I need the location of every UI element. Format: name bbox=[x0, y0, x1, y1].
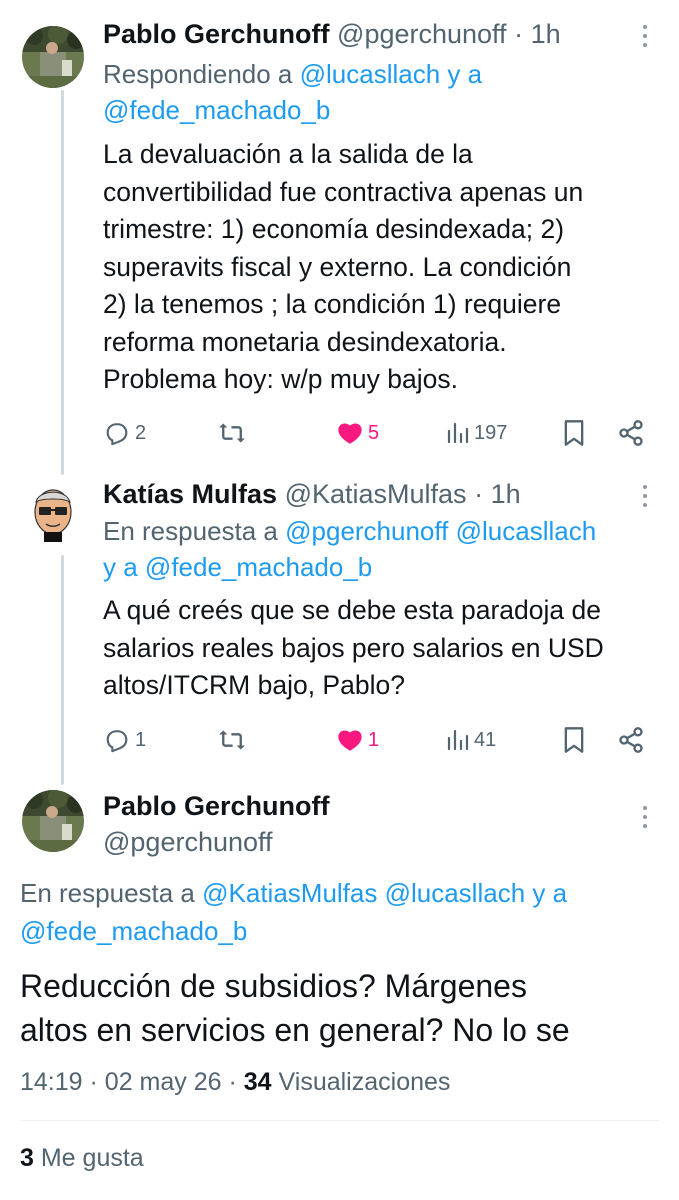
tweet-text-line: A qué creés que se debe esta paradoja de bbox=[103, 595, 601, 625]
tweet-time[interactable]: 14:19 bbox=[20, 1068, 83, 1096]
tweet-text: A qué creés que se debe esta paradoja de… bbox=[103, 592, 663, 705]
more-options-icon[interactable] bbox=[634, 803, 656, 831]
and-label[interactable]: y a bbox=[532, 878, 567, 908]
avatar-photo-icon bbox=[22, 26, 84, 88]
tweet-header: Pablo Gerchunoff @pgerchunoff · 1h bbox=[103, 17, 561, 51]
like-button[interactable]: 5 bbox=[336, 415, 379, 451]
avatar[interactable] bbox=[22, 790, 84, 852]
avatar-caricature-icon bbox=[22, 482, 84, 544]
tweet-text-line: Reducción de subsidios? Márgenes bbox=[20, 968, 527, 1004]
author-handle[interactable]: @pgerchunoff bbox=[337, 19, 507, 49]
divider bbox=[20, 1120, 659, 1121]
tweet-text-line: Problema hoy: w/p muy bajos. bbox=[103, 364, 458, 394]
views-count: 34 bbox=[243, 1068, 272, 1096]
avatar[interactable] bbox=[22, 482, 84, 544]
reply-button[interactable]: 1 bbox=[103, 722, 146, 758]
tweet-text-line: 2) la tenemos ; la condición 1) requiere bbox=[103, 289, 562, 319]
tweet-time[interactable]: 1h bbox=[531, 19, 561, 49]
mention-link[interactable]: @lucasllach bbox=[385, 878, 526, 908]
thread-connector-line bbox=[61, 90, 64, 475]
tweet-text-line: convertibilidad fue contractiva apenas u… bbox=[103, 176, 584, 207]
retweet-button[interactable] bbox=[217, 722, 247, 758]
mention-link[interactable]: @pgerchunoff bbox=[285, 516, 448, 546]
mention-link[interactable]: @fede_machado_b bbox=[20, 916, 247, 946]
bookmark-button[interactable] bbox=[562, 415, 586, 451]
tweet-header: Katías Mulfas @KatiasMulfas · 1h bbox=[103, 477, 521, 511]
views-label: Visualizaciones bbox=[278, 1068, 451, 1096]
author-name[interactable]: Katías Mulfas bbox=[103, 479, 277, 509]
heart-icon bbox=[338, 730, 362, 751]
tweet-text-line: altos en servicios en general? No lo se bbox=[20, 1012, 570, 1048]
replying-to: Respondiendo a @lucasllach y a @fede_mac… bbox=[103, 56, 663, 128]
more-options-icon[interactable] bbox=[634, 482, 656, 510]
tweet-text-line: salarios reales bajos pero salarios en U… bbox=[103, 632, 604, 663]
author-handle[interactable]: @pgerchunoff bbox=[103, 825, 273, 859]
avatar[interactable] bbox=[22, 26, 84, 88]
views-count: 197 bbox=[474, 421, 508, 444]
tweet-text-line: La devaluación a la salida de la bbox=[103, 139, 473, 169]
tweet-time[interactable]: 1h bbox=[491, 479, 521, 509]
separator-dot: · bbox=[89, 1068, 98, 1096]
tweet-text-line: trimestre: 1) economía desindexada; 2) bbox=[103, 214, 565, 244]
views-button[interactable]: 41 bbox=[446, 722, 496, 758]
likes-summary[interactable]: 3 Me gusta bbox=[20, 1142, 144, 1174]
reply-button[interactable]: 2 bbox=[103, 415, 146, 451]
mention-link[interactable]: @KatiasMulfas bbox=[202, 878, 377, 908]
tweet-text-line: altos/ITCRM bajo, Pablo? bbox=[103, 670, 405, 700]
tweet-text: Reducción de subsidios? Márgenes altos e… bbox=[20, 964, 660, 1052]
heart-icon bbox=[338, 423, 362, 444]
share-icon bbox=[619, 420, 643, 446]
tweet-actions: 2 5 197 bbox=[103, 415, 648, 451]
mention-link[interactable]: @lucasllach bbox=[300, 59, 441, 89]
reply-count: 1 bbox=[135, 728, 147, 751]
reply-icon bbox=[106, 423, 128, 446]
retweet-icon bbox=[219, 730, 245, 750]
views-chart-icon bbox=[447, 729, 469, 751]
replying-to-label: En respuesta a bbox=[103, 516, 278, 546]
author-handle[interactable]: @KatiasMulfas bbox=[285, 479, 467, 509]
mention-link[interactable]: @fede_machado_b bbox=[103, 95, 330, 125]
reply-count: 2 bbox=[135, 421, 147, 444]
separator-dot: · bbox=[474, 479, 484, 509]
mention-link[interactable]: @fede_machado_b bbox=[145, 552, 372, 582]
like-count: 1 bbox=[368, 728, 380, 751]
share-button[interactable] bbox=[617, 415, 645, 451]
likes-label: Me gusta bbox=[40, 1144, 144, 1172]
tweet-text-line: superavits fiscal y externo. La condició… bbox=[103, 251, 572, 282]
and-label[interactable]: y a bbox=[103, 552, 138, 582]
tweet-text-line: reforma monetaria desindexatoria. bbox=[103, 326, 507, 357]
replying-to-label: Respondiendo a bbox=[103, 59, 293, 89]
more-options-icon[interactable] bbox=[634, 22, 656, 50]
likes-count: 3 bbox=[20, 1144, 34, 1172]
bookmark-button[interactable] bbox=[562, 722, 586, 758]
mention-link[interactable]: @lucasllach bbox=[456, 516, 597, 546]
replying-to: En respuesta a @KatiasMulfas @lucasllach… bbox=[20, 874, 660, 950]
tweet-actions: 1 1 41 bbox=[103, 722, 648, 758]
bookmark-icon bbox=[564, 420, 584, 446]
tweet-text: La devaluación a la salida de la convert… bbox=[103, 136, 663, 399]
thread-connector-line bbox=[61, 555, 64, 785]
views-count: 41 bbox=[474, 728, 497, 751]
share-icon bbox=[619, 727, 643, 753]
tweet-meta: 14:19 · 02 may 26 · 34 Visualizaciones bbox=[20, 1066, 450, 1098]
avatar-photo-icon bbox=[22, 790, 84, 852]
replying-to: En respuesta a @pgerchunoff @lucasllach … bbox=[103, 513, 663, 585]
replying-to-label: En respuesta a bbox=[20, 878, 195, 908]
share-button[interactable] bbox=[617, 722, 645, 758]
like-button[interactable]: 1 bbox=[336, 722, 379, 758]
retweet-icon bbox=[219, 423, 245, 443]
retweet-button[interactable] bbox=[217, 415, 247, 451]
views-chart-icon bbox=[447, 422, 469, 444]
author-name[interactable]: Pablo Gerchunoff bbox=[103, 789, 330, 823]
separator-dot: · bbox=[228, 1068, 237, 1096]
views-button[interactable]: 197 bbox=[446, 415, 507, 451]
reply-icon bbox=[106, 730, 128, 753]
author-name[interactable]: Pablo Gerchunoff bbox=[103, 19, 330, 49]
like-count: 5 bbox=[368, 421, 380, 444]
separator-dot: · bbox=[514, 19, 524, 49]
bookmark-icon bbox=[564, 727, 584, 753]
tweet-date[interactable]: 02 may 26 bbox=[105, 1068, 222, 1096]
and-label[interactable]: y a bbox=[447, 59, 482, 89]
